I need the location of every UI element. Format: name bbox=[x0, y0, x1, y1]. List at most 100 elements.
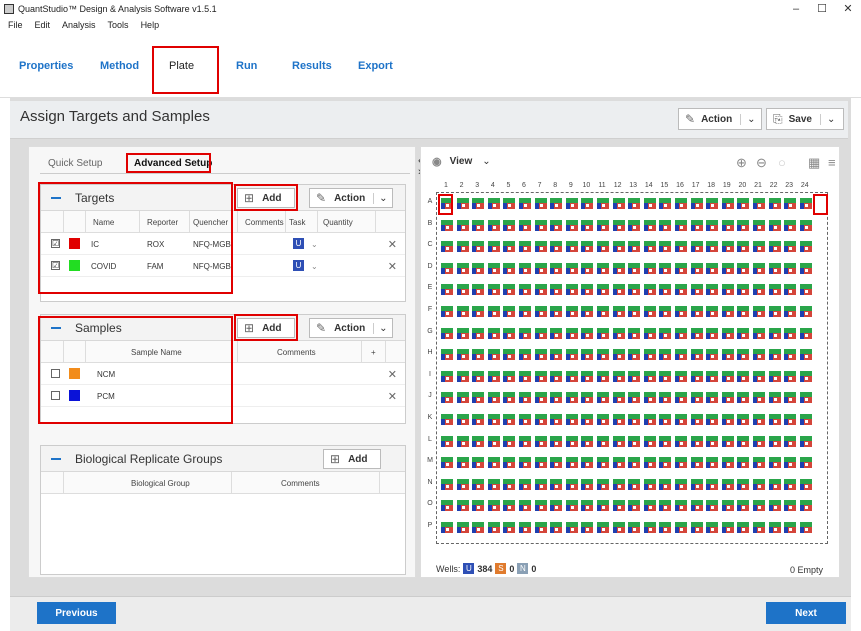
plate-well[interactable] bbox=[628, 219, 641, 231]
plate-well[interactable] bbox=[503, 478, 516, 490]
plate-well[interactable] bbox=[503, 500, 516, 512]
plate-well[interactable] bbox=[784, 219, 797, 231]
plate-well[interactable] bbox=[441, 327, 453, 339]
plate-row-label[interactable]: F bbox=[425, 306, 435, 313]
plate-row-label[interactable]: C bbox=[425, 241, 435, 248]
plate-column-label[interactable]: 23 bbox=[782, 182, 796, 189]
plate-well[interactable] bbox=[487, 457, 500, 469]
previous-button[interactable]: Previous bbox=[37, 602, 116, 624]
plate-well[interactable] bbox=[753, 198, 765, 209]
plate-well[interactable] bbox=[597, 219, 609, 231]
plate-row-label[interactable]: H bbox=[425, 349, 435, 356]
plate-well[interactable] bbox=[597, 198, 609, 209]
plate-well[interactable] bbox=[612, 349, 625, 361]
plate-well[interactable] bbox=[784, 349, 797, 361]
plate-well[interactable] bbox=[519, 522, 531, 533]
plate-well[interactable] bbox=[519, 500, 531, 512]
plate-well[interactable] bbox=[784, 478, 797, 490]
collapse-icon[interactable] bbox=[51, 457, 61, 460]
plate-well[interactable] bbox=[706, 435, 719, 447]
plate-well[interactable] bbox=[487, 414, 500, 425]
plate-well[interactable] bbox=[659, 198, 672, 209]
plate-row-label[interactable]: A bbox=[425, 198, 435, 205]
plate-well[interactable] bbox=[659, 219, 672, 231]
plate-well[interactable] bbox=[456, 327, 469, 339]
plate-well[interactable] bbox=[643, 370, 656, 382]
plate-well[interactable] bbox=[753, 262, 765, 274]
plate-well[interactable] bbox=[503, 457, 516, 469]
plate-well[interactable] bbox=[737, 370, 750, 382]
plate-well[interactable] bbox=[721, 284, 734, 296]
plate-well[interactable] bbox=[534, 392, 547, 404]
plate-row-label[interactable]: J bbox=[425, 392, 435, 399]
plate-well[interactable] bbox=[659, 349, 672, 361]
tab-run[interactable]: Run bbox=[236, 60, 257, 72]
plate-well[interactable] bbox=[799, 435, 812, 447]
plate-well[interactable] bbox=[581, 370, 594, 382]
plate-well[interactable] bbox=[456, 457, 469, 469]
menu-tools[interactable]: Tools bbox=[108, 20, 129, 30]
plate-well[interactable] bbox=[628, 262, 641, 274]
plate-well[interactable] bbox=[768, 500, 781, 512]
plate-well[interactable] bbox=[456, 522, 469, 533]
plate-well[interactable] bbox=[628, 414, 641, 425]
plate-well[interactable] bbox=[753, 370, 765, 382]
plate-well[interactable] bbox=[768, 349, 781, 361]
plate-well[interactable] bbox=[690, 392, 703, 404]
plate-column-label[interactable]: 22 bbox=[767, 182, 781, 189]
plate-column-label[interactable]: 12 bbox=[611, 182, 625, 189]
plate-well[interactable] bbox=[799, 219, 812, 231]
plate-well[interactable] bbox=[597, 241, 609, 253]
plate-well[interactable] bbox=[784, 327, 797, 339]
plate-well[interactable] bbox=[565, 284, 578, 296]
plate-well[interactable] bbox=[675, 522, 687, 533]
plate-well[interactable] bbox=[472, 500, 485, 512]
plate-well[interactable] bbox=[721, 435, 734, 447]
plate-well[interactable] bbox=[581, 198, 594, 209]
plate-well[interactable] bbox=[456, 392, 469, 404]
close-icon[interactable]: ✕ bbox=[835, 0, 861, 18]
plate-well[interactable] bbox=[565, 414, 578, 425]
delete-icon[interactable]: ✕ bbox=[388, 390, 397, 403]
plate-well[interactable] bbox=[706, 241, 719, 253]
plate-well[interactable] bbox=[706, 500, 719, 512]
plate-well[interactable] bbox=[768, 392, 781, 404]
plate-well[interactable] bbox=[799, 392, 812, 404]
plate-well[interactable] bbox=[628, 435, 641, 447]
plate-row-label[interactable]: I bbox=[425, 371, 435, 378]
plate-well[interactable] bbox=[721, 198, 734, 209]
plate-well[interactable] bbox=[581, 414, 594, 425]
plate-well[interactable] bbox=[628, 457, 641, 469]
plate-well[interactable] bbox=[487, 370, 500, 382]
plate-well[interactable] bbox=[721, 349, 734, 361]
plate-well[interactable] bbox=[706, 457, 719, 469]
plate-well[interactable] bbox=[597, 522, 609, 533]
plate-well[interactable] bbox=[581, 262, 594, 274]
plate-well[interactable] bbox=[565, 327, 578, 339]
plate-well[interactable] bbox=[706, 284, 719, 296]
plate-well[interactable] bbox=[721, 262, 734, 274]
plate-well[interactable] bbox=[659, 284, 672, 296]
plate-row-label[interactable]: K bbox=[425, 414, 435, 421]
plate-well[interactable] bbox=[753, 241, 765, 253]
plate-well[interactable] bbox=[519, 241, 531, 253]
plate-well[interactable] bbox=[737, 219, 750, 231]
plate-well[interactable] bbox=[675, 349, 687, 361]
plate-well[interactable] bbox=[643, 392, 656, 404]
plate-well[interactable] bbox=[472, 392, 485, 404]
plate-well[interactable] bbox=[534, 457, 547, 469]
plate-well[interactable] bbox=[441, 457, 453, 469]
plate-well[interactable] bbox=[737, 500, 750, 512]
plate-well[interactable] bbox=[612, 500, 625, 512]
plate-well[interactable] bbox=[721, 370, 734, 382]
plate-well[interactable] bbox=[753, 349, 765, 361]
plate-well[interactable] bbox=[519, 457, 531, 469]
plate-well[interactable] bbox=[581, 392, 594, 404]
plate-well[interactable] bbox=[441, 392, 453, 404]
plate-well[interactable] bbox=[753, 522, 765, 533]
plate-well[interactable] bbox=[768, 306, 781, 317]
plate-well[interactable] bbox=[675, 435, 687, 447]
plate-well[interactable] bbox=[519, 370, 531, 382]
plate-well[interactable] bbox=[456, 500, 469, 512]
plate-well[interactable] bbox=[737, 327, 750, 339]
